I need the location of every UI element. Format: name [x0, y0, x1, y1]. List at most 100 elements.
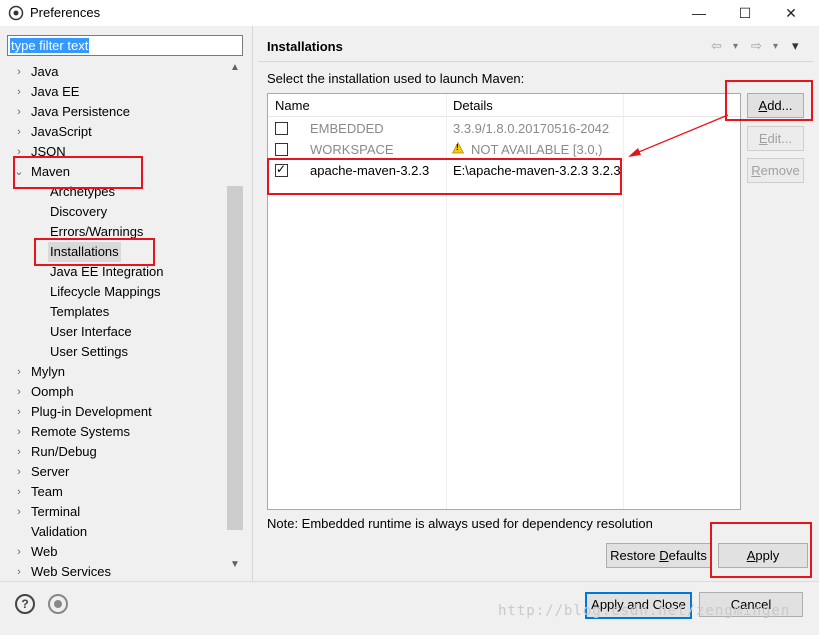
remove-button[interactable]: Remove: [747, 158, 804, 183]
tree-item[interactable]: › Web: [0, 542, 226, 562]
tree-item[interactable]: Lifecycle Mappings: [0, 282, 226, 302]
tree-item-label: User Settings: [50, 344, 129, 359]
tree-item[interactable]: › Plug-in Development: [0, 402, 226, 422]
collapsed-chevron-icon[interactable]: ›: [14, 502, 24, 522]
tree-item[interactable]: › Java Persistence: [0, 102, 226, 122]
highlight-box-add: [725, 80, 813, 121]
restore-defaults-label: Restore: [610, 548, 660, 563]
annotation-arrow: [628, 114, 729, 157]
collapsed-chevron-icon[interactable]: ›: [14, 422, 24, 442]
restore-defaults-mnemonic: D: [659, 548, 669, 563]
back-arrow-icon[interactable]: ⇦: [711, 38, 722, 54]
record-macro-icon[interactable]: [48, 594, 68, 614]
collapsed-chevron-icon[interactable]: ›: [14, 542, 24, 562]
help-icon[interactable]: ?: [15, 594, 35, 614]
collapsed-chevron-icon[interactable]: ›: [14, 382, 24, 402]
collapsed-chevron-icon[interactable]: ›: [14, 442, 24, 462]
tree-item-label: Templates: [50, 304, 110, 319]
tree-item[interactable]: Discovery: [0, 202, 226, 222]
tree-item-label: Lifecycle Mappings: [50, 284, 161, 299]
restore-defaults-button[interactable]: Restore Defaults: [606, 543, 711, 568]
tree-item-label: Web: [31, 544, 58, 559]
tree-item-label: Java EE: [31, 84, 80, 99]
collapsed-chevron-icon[interactable]: ›: [14, 402, 24, 422]
highlight-box-installations: [34, 238, 155, 266]
collapsed-chevron-icon[interactable]: ›: [14, 82, 24, 102]
tree-item-label: Run/Debug: [31, 444, 97, 459]
tree-item-label: Remote Systems: [31, 424, 130, 439]
restore-defaults-label-end: efaults: [668, 548, 707, 563]
collapsed-chevron-icon[interactable]: ›: [14, 482, 24, 502]
title-bar: Preferences — ☐ ✕: [0, 0, 819, 26]
forward-arrow-icon[interactable]: ⇨: [751, 38, 762, 54]
tree-item[interactable]: › Java EE: [0, 82, 226, 102]
tree-item-label: Server: [31, 464, 70, 479]
bottom-separator: [0, 581, 819, 582]
cell-details: NOT AVAILABLE [3.0,): [471, 142, 603, 157]
tree-item[interactable]: › Terminal: [0, 502, 226, 522]
tree-item-label: User Interface: [50, 324, 132, 339]
maximize-button[interactable]: ☐: [722, 0, 768, 26]
tree-item[interactable]: User Interface: [0, 322, 226, 342]
tree-item-label: Validation: [31, 524, 88, 539]
cell-name: EMBEDDED: [310, 121, 384, 136]
view-menu-icon[interactable]: ▾: [792, 38, 799, 54]
tree-item[interactable]: › JavaScript: [0, 122, 226, 142]
instruction-label: Select the installation used to launch M…: [267, 71, 525, 86]
eclipse-app-icon: [8, 5, 24, 21]
scroll-up-icon[interactable]: ▲: [227, 62, 243, 78]
highlight-box-row: [267, 158, 622, 195]
tree-item[interactable]: › Mylyn: [0, 362, 226, 382]
cell-name: WORKSPACE: [310, 142, 394, 157]
tree-item-label: Java: [31, 64, 59, 79]
note-label: Note: Embedded runtime is always used fo…: [267, 516, 653, 531]
tree-item-label: Discovery: [50, 204, 108, 219]
highlight-box-maven: [13, 156, 143, 189]
tree-item[interactable]: Templates: [0, 302, 226, 322]
tree-item[interactable]: › Remote Systems: [0, 422, 226, 442]
row-checkbox[interactable]: [275, 122, 288, 135]
tree-item-label: Java Persistence: [31, 104, 130, 119]
watermark: http://blog.csdn.net/zengmingen: [498, 603, 791, 619]
record-macro-dot: [54, 600, 62, 608]
minimize-button[interactable]: —: [676, 0, 722, 26]
filter-input[interactable]: type filter text: [7, 35, 243, 56]
collapsed-chevron-icon[interactable]: ›: [14, 462, 24, 482]
close-button[interactable]: ✕: [768, 0, 814, 26]
row-checkbox[interactable]: [275, 143, 288, 156]
collapsed-chevron-icon[interactable]: ›: [14, 62, 24, 82]
page-title: Installations: [267, 39, 343, 54]
edit-button-label: dit...: [767, 131, 793, 146]
tree-item[interactable]: › Web Services: [0, 562, 226, 582]
collapsed-chevron-icon[interactable]: ›: [14, 122, 24, 142]
warning-icon-glyph: !: [456, 143, 459, 152]
tree-item[interactable]: › Java: [0, 62, 226, 82]
tree-item-label: Team: [31, 484, 63, 499]
header-separator: [258, 61, 813, 62]
tree-item-label: Plug-in Development: [31, 404, 152, 419]
preferences-tree: › Java › Java EE › Java Persistence › JavaScrip…: [0, 58, 244, 580]
forward-dropdown-icon[interactable]: ▾: [773, 41, 778, 52]
tree-item[interactable]: Validation: [0, 522, 226, 542]
tree-item[interactable]: › Team: [0, 482, 226, 502]
tree-item[interactable]: › Run/Debug: [0, 442, 226, 462]
column-header-details[interactable]: Details: [453, 98, 493, 113]
collapsed-chevron-icon[interactable]: ›: [14, 362, 24, 382]
back-dropdown-icon[interactable]: ▾: [733, 41, 738, 52]
tree-item-label: Mylyn: [31, 364, 65, 379]
cell-details: 3.3.9/1.8.0.20170516-2042: [453, 121, 610, 136]
tree-item-label: Oomph: [31, 384, 74, 399]
tree-item[interactable]: User Settings: [0, 342, 226, 362]
tree-item[interactable]: › Server: [0, 462, 226, 482]
column-header-name[interactable]: Name: [275, 98, 310, 113]
collapsed-chevron-icon[interactable]: ›: [14, 562, 24, 582]
edit-button[interactable]: Edit...: [747, 126, 804, 151]
collapsed-chevron-icon[interactable]: ›: [14, 102, 24, 122]
tree-item-label: Terminal: [31, 504, 81, 519]
scroll-down-icon[interactable]: ▼: [227, 559, 243, 575]
tree-item[interactable]: › Oomph: [0, 382, 226, 402]
window-title: Preferences: [30, 5, 101, 20]
tree-item-label: JavaScript: [31, 124, 92, 139]
tree-scrollbar-thumb[interactable]: [227, 186, 243, 530]
tree-item-label: Web Services: [31, 564, 111, 579]
